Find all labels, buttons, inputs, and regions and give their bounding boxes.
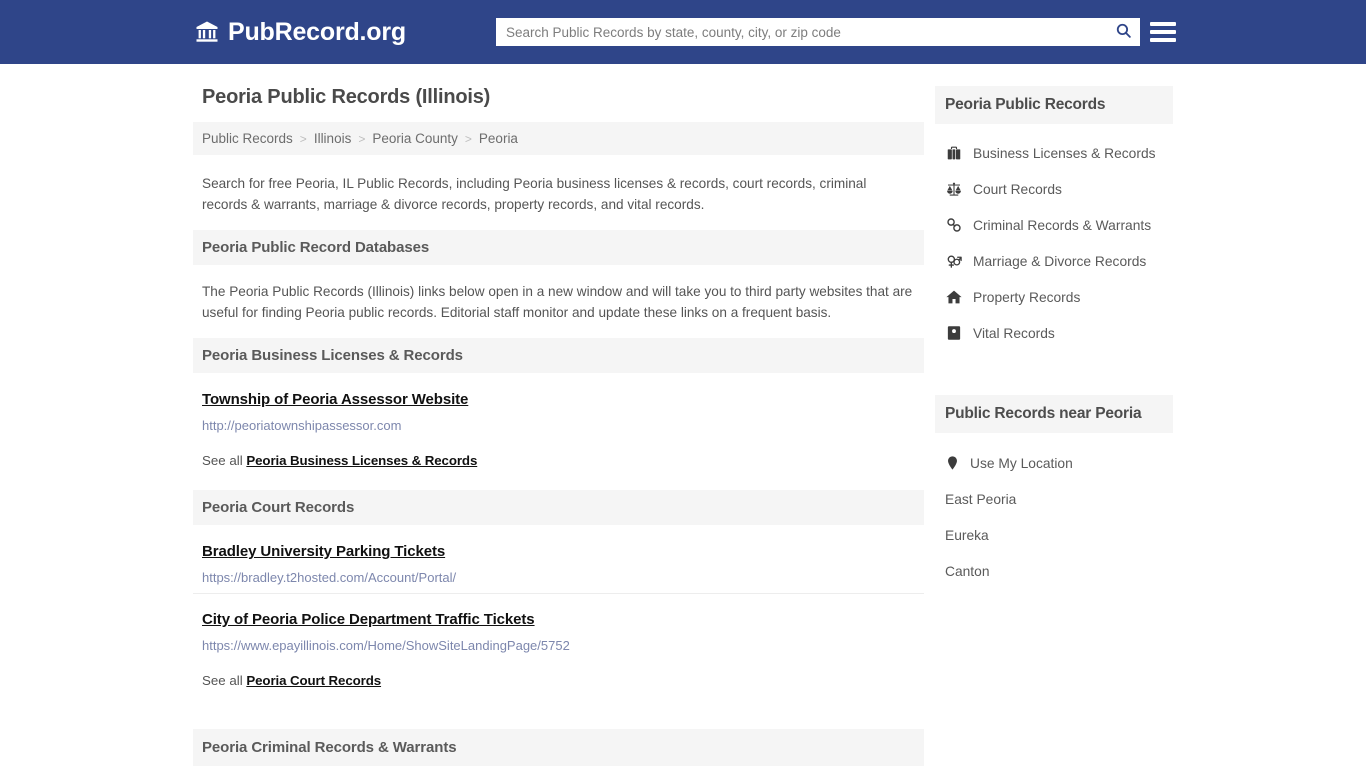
sidebar-item-label: Eureka: [945, 527, 989, 543]
record-link-title[interactable]: Bradley University Parking Tickets: [202, 543, 445, 560]
entry-group-business-licenses: Township of Peoria Assessor Website http…: [193, 373, 924, 441]
databases-description: The Peoria Public Records (Illinois) lin…: [202, 284, 913, 320]
search-bar: [496, 18, 1140, 46]
scales-balance-icon: [945, 180, 963, 198]
sidebar-item-criminal-records[interactable]: Criminal Records & Warrants: [935, 207, 1173, 243]
record-entry: Township of Peoria Assessor Website http…: [193, 373, 924, 441]
sidebar-item-label: Use My Location: [970, 455, 1073, 471]
sidebar-header-records: Peoria Public Records: [935, 86, 1173, 124]
bank-building-icon: [195, 20, 219, 44]
sidebar-item-label: Canton: [945, 563, 990, 579]
briefcase-icon: [945, 144, 963, 162]
map-pin-icon: [945, 456, 959, 470]
hamburger-menu-icon[interactable]: [1150, 18, 1176, 46]
home-icon: [945, 288, 963, 306]
sidebar-item-eureka[interactable]: Eureka: [935, 517, 1173, 553]
menu-bar-1: [1150, 22, 1176, 26]
section-header-court-records: Peoria Court Records: [193, 490, 924, 525]
see-all-link[interactable]: Peoria Court Records: [246, 673, 381, 688]
sidebar-near-list: Use My Location East Peoria Eureka Canto…: [935, 433, 1173, 589]
entry-group-court-records: Bradley University Parking Tickets https…: [193, 525, 924, 661]
sidebar-item-label: Marriage & Divorce Records: [973, 253, 1147, 269]
page-body: Peoria Public Records (Illinois) Public …: [0, 64, 1366, 766]
main-column: Peoria Public Records (Illinois) Public …: [193, 86, 924, 766]
page-title: Peoria Public Records (Illinois): [202, 86, 491, 108]
see-all-prefix: See all: [202, 453, 247, 468]
section-header-criminal-records: Peoria Criminal Records & Warrants: [193, 729, 924, 766]
logo-text: PubRecord.org: [228, 18, 406, 46]
site-logo[interactable]: PubRecord.org: [195, 18, 406, 46]
sidebar-item-marriage-divorce[interactable]: Marriage & Divorce Records: [935, 243, 1173, 279]
breadcrumb-separator: >: [299, 131, 307, 146]
record-link-url[interactable]: http://peoriatownshipassessor.com: [202, 417, 915, 434]
sidebar-item-vital-records[interactable]: Vital Records: [935, 315, 1173, 351]
breadcrumb-separator: >: [358, 131, 366, 146]
sidebar-item-business-licenses[interactable]: Business Licenses & Records: [935, 135, 1173, 171]
sidebar-records-list: Business Licenses & Records Court Record…: [935, 124, 1173, 351]
sidebar-item-label: Property Records: [973, 289, 1081, 305]
sidebar-item-east-peoria[interactable]: East Peoria: [935, 481, 1173, 517]
sidebar-item-canton[interactable]: Canton: [935, 553, 1173, 589]
venus-mars-icon: [945, 252, 963, 270]
breadcrumb-item-public-records[interactable]: Public Records: [202, 131, 293, 146]
see-all-court-records: See all Peoria Court Records: [193, 661, 924, 710]
record-link-url[interactable]: https://www.epayillinois.com/Home/ShowSi…: [202, 637, 915, 654]
record-link-url[interactable]: https://bradley.t2hosted.com/Account/Por…: [202, 569, 915, 586]
sidebar-item-label: Business Licenses & Records: [973, 145, 1156, 161]
content-container: Peoria Public Records (Illinois) Public …: [193, 86, 1173, 766]
id-card-icon: [945, 324, 963, 342]
breadcrumb-item-peoria-county[interactable]: Peoria County: [372, 131, 458, 146]
sidebar: Peoria Public Records Business Licenses …: [924, 86, 1173, 766]
record-entry: Bradley University Parking Tickets https…: [193, 525, 924, 593]
record-entry: City of Peoria Police Department Traffic…: [193, 593, 924, 661]
site-header: PubRecord.org: [0, 0, 1366, 64]
sidebar-item-label: East Peoria: [945, 491, 1017, 507]
section-header-databases: Peoria Public Record Databases: [193, 230, 924, 265]
sidebar-item-label: Vital Records: [973, 325, 1055, 341]
section-header-business-licenses: Peoria Business Licenses & Records: [193, 338, 924, 373]
breadcrumb: Public Records > Illinois > Peoria Count…: [193, 122, 924, 155]
sidebar-near-block: Public Records near Peoria Use My Locati…: [935, 395, 1173, 589]
search-icon: [1115, 22, 1132, 42]
sidebar-item-label: Criminal Records & Warrants: [973, 217, 1152, 233]
menu-bar-3: [1150, 38, 1176, 42]
sidebar-item-label: Court Records: [973, 181, 1062, 197]
search-input[interactable]: [496, 19, 1106, 45]
record-link-title[interactable]: City of Peoria Police Department Traffic…: [202, 611, 535, 628]
see-all-link[interactable]: Peoria Business Licenses & Records: [246, 453, 477, 468]
see-all-prefix: See all: [202, 673, 247, 688]
breadcrumb-item-peoria[interactable]: Peoria: [479, 131, 518, 146]
sidebar-item-court-records[interactable]: Court Records: [935, 171, 1173, 207]
breadcrumb-separator: >: [464, 131, 472, 146]
record-link-title[interactable]: Township of Peoria Assessor Website: [202, 391, 468, 408]
sidebar-item-property-records[interactable]: Property Records: [935, 279, 1173, 315]
handcuffs-icon: [945, 216, 963, 234]
breadcrumb-item-illinois[interactable]: Illinois: [314, 131, 352, 146]
search-button[interactable]: [1106, 18, 1140, 46]
sidebar-item-use-my-location[interactable]: Use My Location: [935, 445, 1173, 481]
page-intro-text: Search for free Peoria, IL Public Record…: [202, 176, 867, 212]
see-all-business-licenses: See all Peoria Business Licenses & Recor…: [193, 441, 924, 490]
menu-bar-2: [1150, 30, 1176, 34]
sidebar-header-near: Public Records near Peoria: [935, 395, 1173, 433]
